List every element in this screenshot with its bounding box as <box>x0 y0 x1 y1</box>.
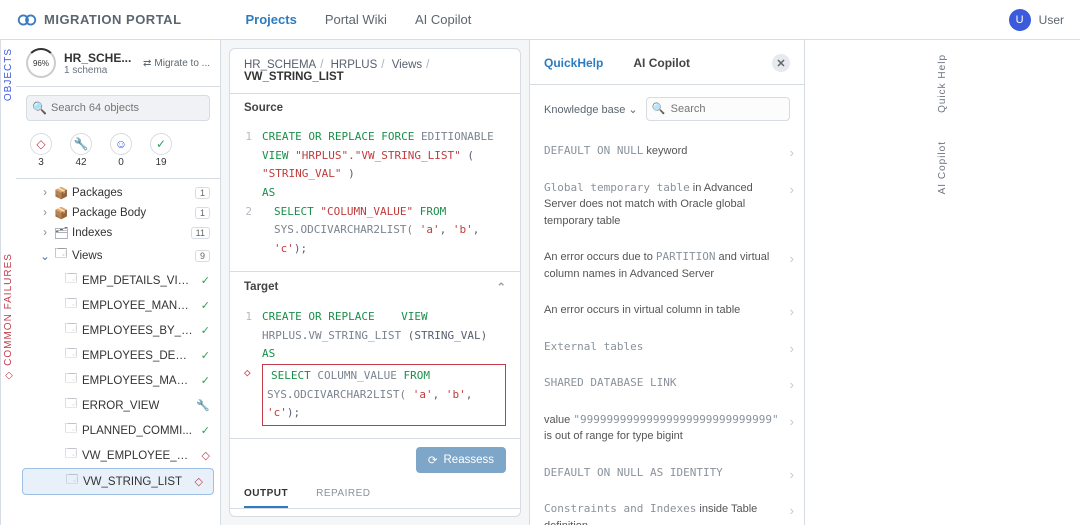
object-tree: ›📦Packages1 ›📦Package Body1 ›🗂Indexes11 … <box>16 179 220 525</box>
side-tab-objects[interactable]: OBJECTS <box>0 40 16 109</box>
filter-errors[interactable]: ◇3 <box>30 133 52 168</box>
tree-view-item[interactable]: 🗔EMPLOYEE_MANA...✓ <box>16 293 220 318</box>
nav-wiki[interactable]: Portal Wiki <box>325 12 387 27</box>
tab-ai-copilot[interactable]: AI Copilot <box>633 56 690 70</box>
side-tabs-right: Quick Help AI Copilot <box>804 40 1080 525</box>
side-tab-quick-help[interactable]: Quick Help <box>805 40 1080 127</box>
target-section: Target⌃ 1 CREATE OR REPLACE VIEW HRPLUS.… <box>230 272 520 439</box>
schema-count: 1 schema <box>64 65 135 76</box>
tree-view-item[interactable]: 🗔VW_EMPLOYEE_EX...◇ <box>16 443 220 468</box>
brand-icon <box>16 9 38 31</box>
kb-list: DEFAULT ON NULL keyword Global temporary… <box>530 133 804 525</box>
status-ok-icon: ✓ <box>201 374 210 387</box>
kb-item[interactable]: Global temporary table in Advanced Serve… <box>530 170 804 240</box>
top-bar: MIGRATION PORTAL Projects Portal Wiki AI… <box>0 0 1080 40</box>
brand-text: MIGRATION PORTAL <box>44 12 182 27</box>
tree-node-packages[interactable]: ›📦Packages1 <box>16 183 220 203</box>
kb-item[interactable]: Constraints and Indexes inside Table def… <box>530 491 804 525</box>
person-icon: ☺ <box>110 133 132 155</box>
refresh-icon: ⟳ <box>428 453 438 467</box>
tree-view-item[interactable]: 🗔ERROR_VIEW🔧 <box>16 393 220 418</box>
status-warn-icon: 🔧 <box>196 399 210 412</box>
status-error-icon: ◇ <box>195 475 203 488</box>
status-filters: ◇3 🔧42 ☺0 ✓19 <box>16 129 220 179</box>
user-block[interactable]: U User <box>1009 9 1064 31</box>
side-tab-ai-copilot[interactable]: AI Copilot <box>805 127 1080 208</box>
source-code: 1 CREATE OR REPLACE FORCE EDITIONABLE VI… <box>230 122 520 271</box>
error-icon: ◇ <box>30 133 52 155</box>
nav-projects[interactable]: Projects <box>246 12 297 27</box>
top-nav: Projects Portal Wiki AI Copilot <box>246 12 472 27</box>
filter-warnings[interactable]: 🔧42 <box>70 133 92 168</box>
editor-area: HR_SCHEMA/ HRPLUS/ Views/ VW_STRING_LIST… <box>221 40 529 525</box>
status-error-icon: ◇ <box>202 449 210 462</box>
migrate-button[interactable]: ⇄ Migrate to ... <box>143 58 210 69</box>
breadcrumb: HR_SCHEMA/ HRPLUS/ Views/ VW_STRING_LIST <box>230 49 520 94</box>
nav-ai-copilot[interactable]: AI Copilot <box>415 12 471 27</box>
side-tab-common-failures[interactable]: ◇ COMMON FAILURES <box>0 109 16 525</box>
action-bar: ⟳ Reassess <box>230 439 520 481</box>
help-tabs: QuickHelp AI Copilot ✕ <box>530 40 804 85</box>
tree-node-views[interactable]: ⌄🗔Views9 <box>16 243 220 268</box>
tab-repaired[interactable]: REPAIRED <box>316 481 370 508</box>
kb-dropdown[interactable]: Knowledge base ⌄ <box>544 103 638 116</box>
migrate-icon: ⇄ <box>143 58 151 69</box>
output-tabs: OUTPUT REPAIRED <box>230 481 520 509</box>
warning-icon: ◇ <box>4 370 13 381</box>
source-section: Source 1 CREATE OR REPLACE FORCE EDITION… <box>230 94 520 272</box>
tree-view-item[interactable]: 🗔EMPLOYEES_MAN...✓ <box>16 368 220 393</box>
tree-node-indexes[interactable]: ›🗂Indexes11 <box>16 223 220 243</box>
wrench-icon: 🔧 <box>70 133 92 155</box>
status-ok-icon: ✓ <box>201 324 210 337</box>
check-icon: ✓ <box>150 133 172 155</box>
kb-item[interactable]: External tables <box>530 329 804 366</box>
kb-item[interactable]: An error occurs due to PARTITION and vir… <box>530 239 804 292</box>
filter-review[interactable]: ☺0 <box>110 133 132 168</box>
reassess-button[interactable]: ⟳ Reassess <box>416 447 506 473</box>
kb-controls: Knowledge base ⌄ 🔍 <box>530 85 804 133</box>
status-ok-icon: ✓ <box>201 349 210 362</box>
avatar: U <box>1009 9 1031 31</box>
kb-item[interactable]: value "99999999999999999999999999999" is… <box>530 402 804 455</box>
kb-item[interactable]: SHARED DATABASE LINK <box>530 365 804 402</box>
status-ok-icon: ✓ <box>201 274 210 287</box>
tree-view-item[interactable]: 🗔EMPLOYEES_DEPA...✓ <box>16 343 220 368</box>
kb-item[interactable]: An error occurs in virtual column in tab… <box>530 292 804 329</box>
status-ok-icon: ✓ <box>201 299 210 312</box>
kb-search-input[interactable] <box>646 97 790 121</box>
kb-item[interactable]: DEFAULT ON NULL AS IDENTITY <box>530 455 804 492</box>
search-input[interactable] <box>26 95 210 121</box>
tab-quickhelp[interactable]: QuickHelp <box>544 56 603 70</box>
chevron-down-icon: ⌄ <box>628 104 637 116</box>
target-code: 1 CREATE OR REPLACE VIEW HRPLUS.VW_STRIN… <box>230 302 520 438</box>
brand-logo: MIGRATION PORTAL <box>16 9 182 31</box>
object-search: 🔍 <box>26 95 210 121</box>
filter-ok[interactable]: ✓19 <box>150 133 172 168</box>
help-panel: QuickHelp AI Copilot ✕ Knowledge base ⌄ … <box>529 40 804 525</box>
line-error-icon: ◇ <box>244 364 252 426</box>
close-icon[interactable]: ✕ <box>772 54 790 72</box>
tree-view-item[interactable]: 🗔PLANNED_COMMI...✓ <box>16 418 220 443</box>
tree-view-item[interactable]: 🗔EMPLOYEES_BY_D...✓ <box>16 318 220 343</box>
status-ok-icon: ✓ <box>201 424 210 437</box>
tab-output[interactable]: OUTPUT <box>244 481 288 508</box>
completion-gauge: 96% <box>26 48 56 78</box>
kb-item[interactable]: DEFAULT ON NULL keyword <box>530 133 804 170</box>
tree-view-item[interactable]: 🗔EMP_DETAILS_VIEW✓ <box>16 268 220 293</box>
tree-node-package-body[interactable]: ›📦Package Body1 <box>16 203 220 223</box>
object-explorer: 96% HR_SCHE... 1 schema ⇄ Migrate to ...… <box>16 40 221 525</box>
project-title: HR_SCHE... <box>64 51 135 65</box>
search-icon: 🔍 <box>652 102 666 115</box>
source-header[interactable]: Source <box>230 94 520 122</box>
tree-view-item-selected[interactable]: 🗔VW_STRING_LIST◇ <box>22 468 214 495</box>
collapse-icon[interactable]: ⌃ <box>496 280 506 294</box>
user-label: User <box>1039 13 1064 27</box>
target-header[interactable]: Target⌃ <box>230 272 520 302</box>
project-header: 96% HR_SCHE... 1 schema ⇄ Migrate to ... <box>16 40 220 87</box>
search-icon: 🔍 <box>32 101 47 115</box>
